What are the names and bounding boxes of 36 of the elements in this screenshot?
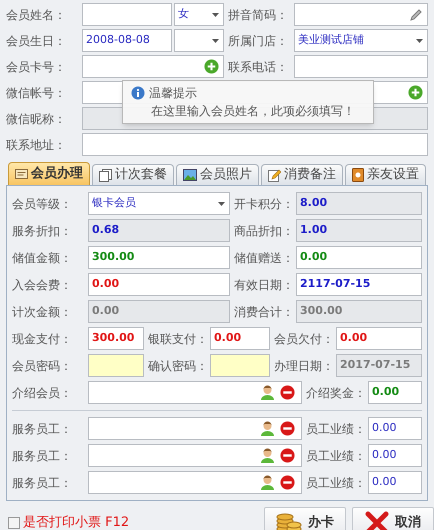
field-label: 服务员工： [12,474,73,492]
field-label: 服务折扣： [12,222,73,240]
field-label: 会员卡号： [6,58,67,76]
field-label: 入会会费： [12,276,73,294]
field-label: 介绍会员： [12,384,73,402]
field-label: 办理日期： [274,358,335,374]
field-label: 会员等级： [12,196,73,212]
field-label: 会员欠付： [274,330,335,348]
checkbox-label: 是否打印小票 F12 [23,514,130,530]
field-label: 有效日期： [234,276,295,294]
field-label: 员工业绩： [306,420,367,438]
field-label: 拼音简码： [228,6,289,24]
field-label: 会员姓名： [6,6,67,24]
field-label: 银联支付： [148,330,209,348]
field-label: 会员密码： [12,358,73,374]
field-label: 服务员工： [12,448,73,464]
field-label: 商品折扣： [234,222,295,240]
field-label: 储值赠送： [234,250,295,266]
field-label: 确认密码： [148,358,209,374]
field-label: 消费合计： [234,304,295,320]
field-label: 会员生日： [6,32,67,50]
field-label: 联系电话： [228,58,289,76]
field-label: 服务员工： [12,420,73,438]
field-label: 现金支付： [12,330,73,348]
field-label: 员工业绩： [306,474,367,492]
tooltip-title: 温馨提示 [149,85,197,102]
field-label: 所属门店： [228,32,289,50]
field-label: 微信昵称： [6,110,67,128]
tooltip-message: 在这里输入会员姓名，此项必须填写！ [150,103,356,120]
field-label: 储值金额： [12,250,73,266]
field-label: 微信帐号： [6,84,67,102]
field-label: 介绍奖金： [306,384,367,402]
field-label: 开卡积分： [234,196,295,212]
field-label: 计次金额： [12,304,73,320]
field-label: 联系地址： [6,136,67,154]
field-label: 员工业绩： [306,448,367,464]
